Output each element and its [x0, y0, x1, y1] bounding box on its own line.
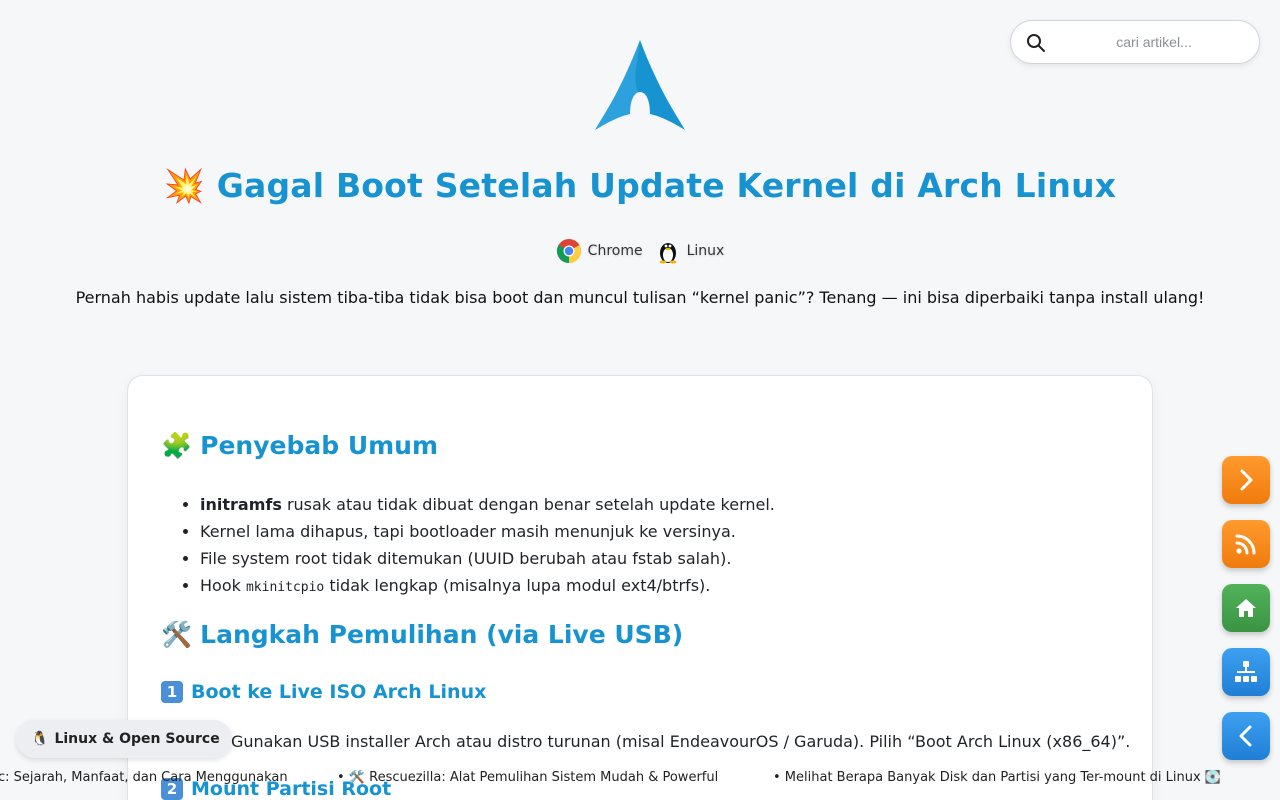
arch-linux-logo — [595, 40, 685, 130]
rss-icon — [1235, 534, 1256, 555]
causes-list: initramfs rusak atau tidak dibuat dengan… — [200, 491, 775, 601]
list-item: File system root tidak ditemukan (UUID b… — [200, 545, 775, 572]
next-button[interactable] — [1222, 456, 1270, 504]
list-item: Hook mkinitcpio tidak lengkap (misalnya … — [200, 572, 775, 601]
puzzle-icon: 🧩 — [161, 431, 193, 460]
tag-chrome[interactable]: Chrome — [556, 238, 643, 264]
category-pill[interactable]: 🐧 Linux & Open Source — [16, 720, 232, 758]
chevron-left-icon — [1239, 725, 1252, 747]
page-title: 💥 Gagal Boot Setelah Update Kernel di Ar… — [163, 166, 1117, 205]
back-button[interactable] — [1222, 712, 1270, 760]
ticker-item[interactable]: c: Sejarah, Manfaat, dan Cara Menggunaka… — [0, 770, 288, 785]
section-heading-recovery: 🛠️ Langkah Pemulihan (via Live USB) — [161, 620, 683, 650]
tag-linux[interactable]: Linux — [655, 238, 725, 264]
step-1-text: Gunakan USB installer Arch atau distro t… — [231, 732, 1131, 751]
section-heading-causes-text: Penyebab Umum — [200, 431, 439, 460]
search-input[interactable] — [1059, 27, 1249, 57]
news-ticker: c: Sejarah, Manfaat, dan Cara Menggunaka… — [0, 770, 1280, 788]
rss-button[interactable] — [1222, 520, 1270, 568]
search-box[interactable] — [1010, 20, 1260, 64]
list-item: initramfs rusak atau tidak dibuat dengan… — [200, 491, 775, 518]
penguin-icon: 🐧 — [31, 731, 49, 747]
chevron-right-icon — [1240, 469, 1253, 491]
list-item-text: tidak lengkap (misalnya lupa modul ext4/… — [324, 576, 711, 595]
home-button[interactable] — [1222, 584, 1270, 632]
sitemap-icon — [1235, 661, 1257, 682]
step-heading-1-text: Boot ke Live ISO Arch Linux — [191, 681, 487, 703]
sitemap-button[interactable] — [1222, 648, 1270, 696]
ticker-item[interactable]: • Melihat Berapa Banyak Disk dan Partisi… — [773, 770, 1221, 785]
article-lead: Pernah habis update lalu sistem tiba-tib… — [75, 288, 1205, 307]
article-card: 🧩Penyebab Umum initramfs rusak atau tida… — [127, 375, 1153, 800]
list-item-text: Hook — [200, 576, 246, 595]
tag-chrome-label: Chrome — [587, 243, 643, 259]
tag-linux-label: Linux — [686, 243, 725, 259]
search-icon — [1027, 34, 1045, 52]
section-heading-causes: 🧩 Penyebab Umum — [161, 431, 438, 461]
list-item-text: rusak atau tidak dibuat dengan benar set… — [281, 495, 775, 514]
list-item: Kernel lama dihapus, tapi bootloader mas… — [200, 518, 775, 545]
section-heading-recovery-text: Langkah Pemulihan (via Live USB) — [200, 620, 684, 649]
tools-icon: 🛠️ — [161, 620, 193, 649]
category-pill-label: Linux & Open Source — [54, 731, 220, 747]
tag-list: Chrome Linux — [0, 238, 1280, 264]
step-number-1: 1 — [161, 681, 183, 703]
inline-code: mkinitcpio — [245, 580, 325, 595]
chrome-icon — [556, 239, 581, 263]
tux-icon — [659, 243, 677, 264]
home-icon — [1236, 599, 1256, 617]
list-item-bold: initramfs — [200, 495, 282, 514]
ticker-item[interactable]: • 🛠️ Rescuezilla: Alat Pemulihan Sistem … — [337, 770, 718, 785]
step-heading-1: 1 Boot ke Live ISO Arch Linux — [161, 681, 486, 703]
